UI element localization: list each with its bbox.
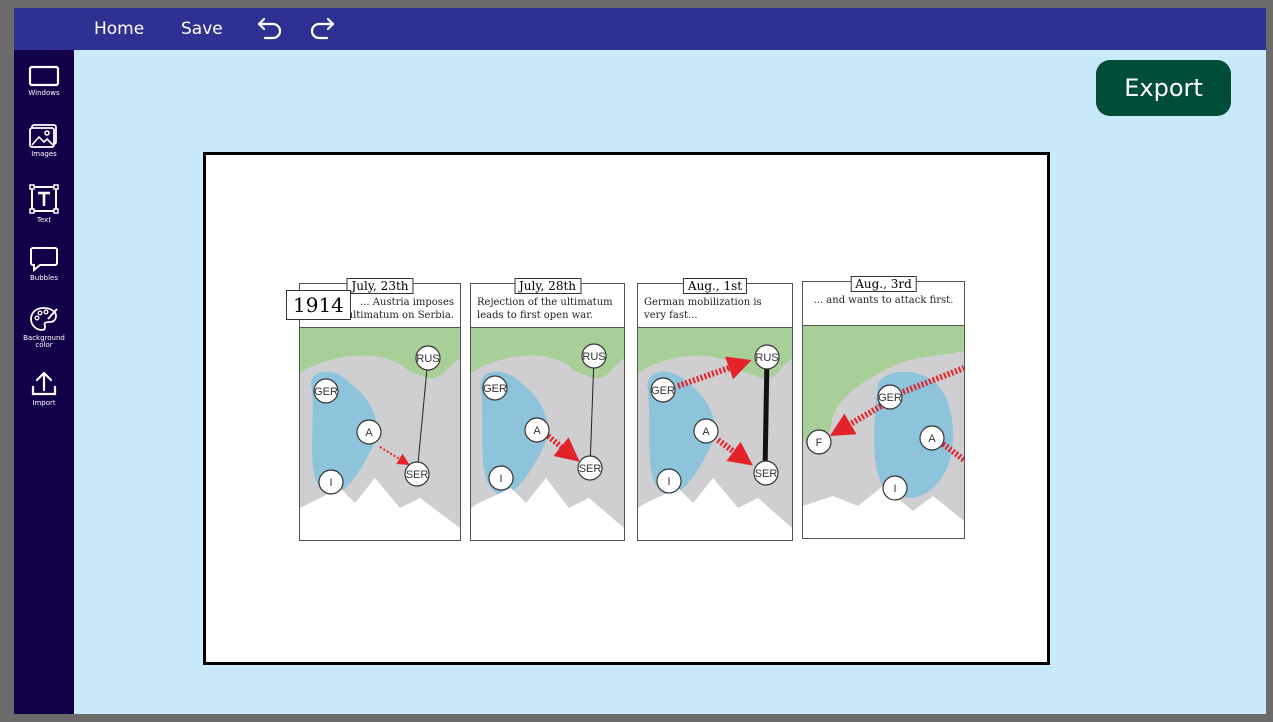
undo-icon [257, 17, 282, 40]
node-label: GER [483, 383, 507, 395]
map-image: GER A I RUS SER [300, 328, 460, 540]
home-button[interactable]: Home [94, 8, 144, 50]
node-label: I [893, 483, 896, 495]
sidebar-item-images[interactable]: Images [14, 123, 74, 175]
comic-panel-3[interactable]: GER A I RUS SER German mobilization is v… [637, 278, 793, 541]
speech-bubble-icon [30, 247, 58, 273]
panel-date: July, 23th [346, 278, 414, 294]
node-label: GER [314, 386, 338, 398]
node-label: F [816, 437, 823, 449]
node-label: SER [579, 463, 602, 475]
undo-button[interactable] [255, 14, 285, 44]
sidebar-item-text[interactable]: Text [14, 183, 74, 235]
panel-date: Aug., 1st [682, 278, 748, 294]
node-label: SER [406, 469, 429, 481]
sidebar-item-background-color[interactable]: Background color [14, 305, 74, 357]
map-image: GER A I RUS SER [638, 328, 792, 540]
map-image: GER A I F [803, 326, 964, 538]
sidebar-item-label: Text [36, 216, 52, 224]
map-image: GER A I RUS SER [471, 328, 624, 540]
node-label: RUS [755, 352, 778, 364]
panel-date: July, 28th [513, 278, 582, 294]
save-button[interactable]: Save [181, 8, 223, 50]
top-toolbar: Home Save [14, 8, 1266, 50]
image-icon [29, 124, 57, 148]
node-label: RUS [582, 351, 605, 363]
sidebar-item-label: Images [31, 150, 57, 158]
window-icon [28, 65, 60, 87]
export-button[interactable]: Export [1096, 60, 1231, 116]
node-label: A [533, 425, 541, 437]
sidebar-item-bubbles[interactable]: Bubbles [14, 245, 74, 297]
sidebar-item-label: Windows [28, 89, 60, 97]
node-label: I [329, 477, 332, 489]
text-icon [29, 184, 59, 214]
redo-button[interactable] [307, 14, 337, 44]
upload-icon [31, 371, 57, 396]
node-label: I [667, 476, 670, 488]
node-label: A [365, 427, 373, 439]
sidebar-item-label: Background color [23, 334, 65, 349]
sidebar-item-label: Bubbles [29, 274, 59, 282]
year-label: 1914 [286, 290, 351, 320]
panel-date: Aug., 3rd [850, 276, 917, 292]
comic-canvas[interactable]: GER A I RUS SER ... Austria imposes ulti… [203, 152, 1050, 665]
comic-panel-4[interactable]: GER A I F ... and wants to attack first.… [802, 276, 965, 539]
tool-sidebar: Windows Images Text Bubbles Background c… [14, 50, 74, 714]
redo-icon [310, 17, 335, 40]
palette-icon [30, 307, 58, 331]
sidebar-item-label: Import [32, 399, 56, 407]
node-label: GER [878, 392, 902, 404]
app-window: Home Save Windows Images Text Bubbles Ba… [14, 8, 1266, 714]
sidebar-item-import[interactable]: Import [14, 370, 74, 422]
comic-panel-1[interactable]: GER A I RUS SER ... Austria imposes ulti… [299, 278, 461, 541]
node-label: A [702, 426, 710, 438]
node-label: GER [651, 385, 675, 397]
comic-panel-2[interactable]: GER A I RUS SER Rejection of the ultimat… [470, 278, 625, 541]
node-label: A [928, 433, 936, 445]
node-label: SER [755, 468, 778, 480]
node-label: RUS [416, 353, 439, 365]
sidebar-item-windows[interactable]: Windows [14, 64, 74, 116]
node-label: I [499, 473, 502, 485]
